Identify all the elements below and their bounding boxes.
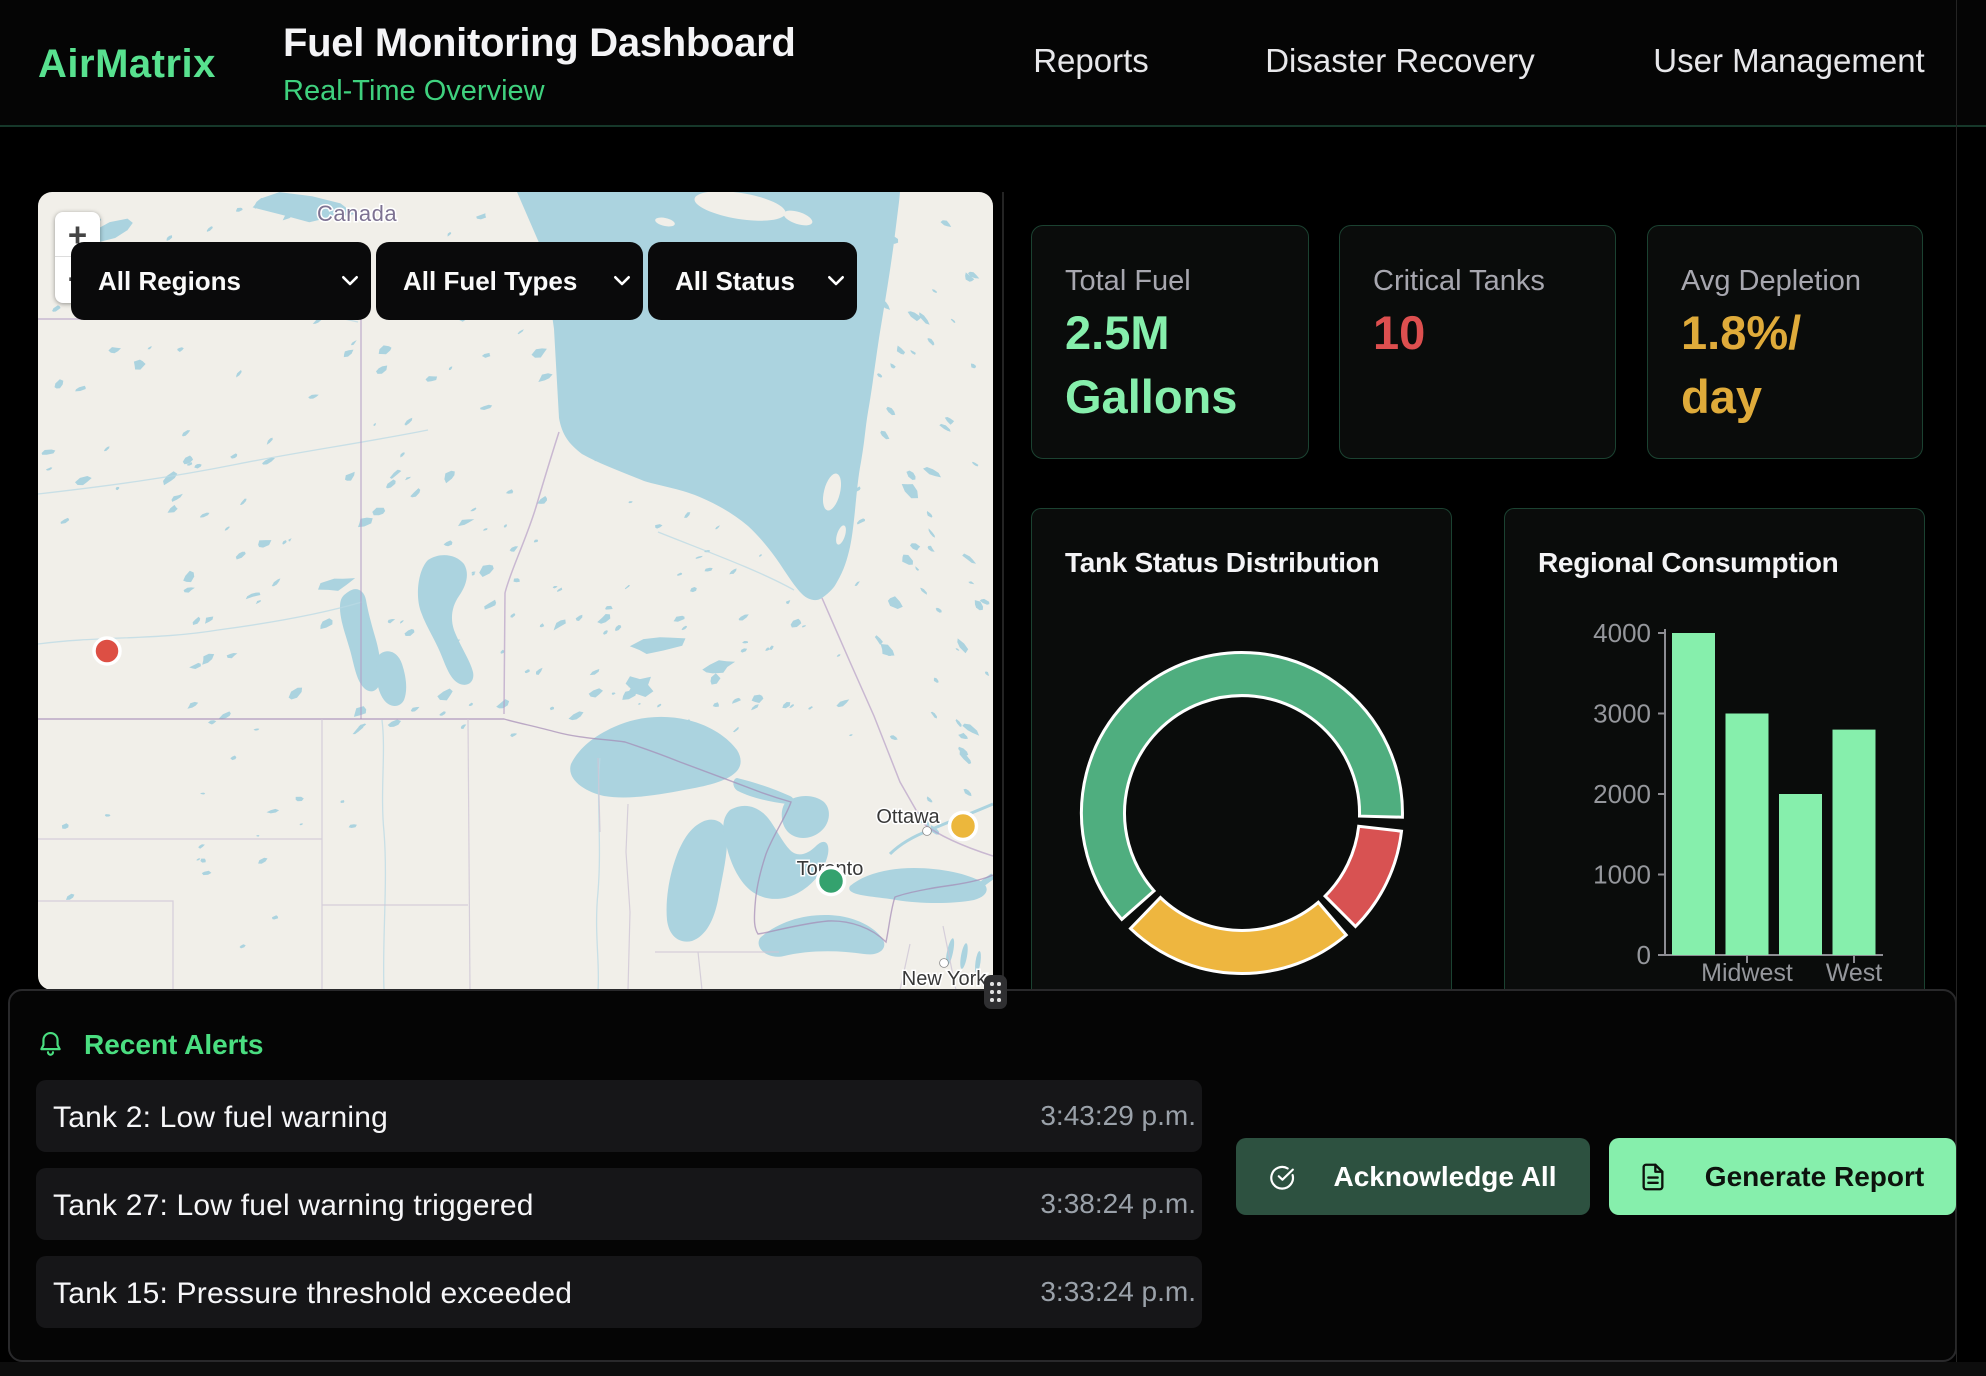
svg-text:2000: 2000	[1593, 779, 1651, 809]
svg-text:1000: 1000	[1593, 860, 1651, 890]
svg-text:New York: New York	[902, 968, 987, 990]
svg-text:Canada: Canada	[317, 201, 397, 226]
svg-text:Midwest: Midwest	[1701, 959, 1793, 987]
svg-text:4000: 4000	[1593, 618, 1651, 648]
svg-text:3000: 3000	[1593, 699, 1651, 729]
svg-text:Ottawa: Ottawa	[876, 806, 940, 828]
svg-text:West: West	[1826, 959, 1883, 987]
svg-text:0: 0	[1637, 940, 1651, 970]
